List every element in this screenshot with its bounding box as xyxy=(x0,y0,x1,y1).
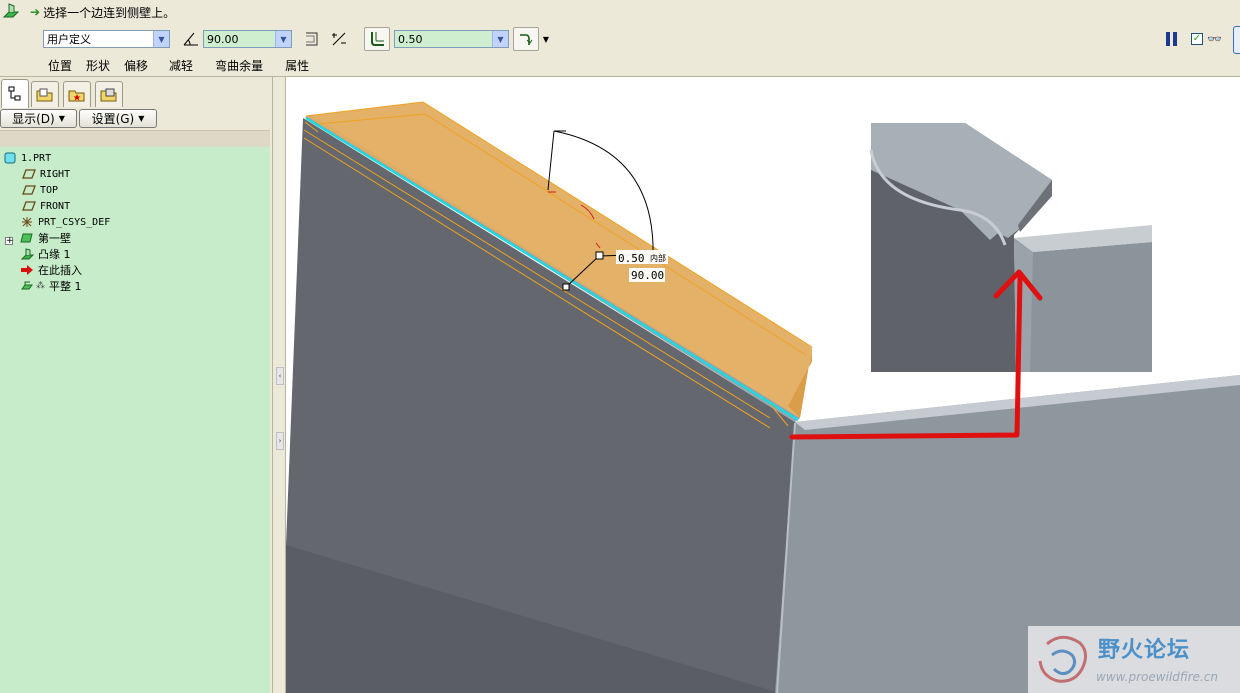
datum-plane-icon xyxy=(22,167,36,181)
thickness-dimension-label[interactable]: 0.50 xyxy=(618,252,645,265)
tab-offset[interactable]: 偏移 xyxy=(124,57,148,74)
dashboard: ➔ 选择一个边连到侧壁上。 用户定义 ▼ 90.00 ▼ 0.50 ▼ ▼ 位置… xyxy=(0,0,1240,77)
first-wall-icon xyxy=(20,231,34,245)
part-icon xyxy=(3,151,17,165)
drag-handle[interactable] xyxy=(595,251,604,260)
tree-item-first-wall[interactable]: 第一壁 xyxy=(20,230,71,246)
expand-icon[interactable]: + xyxy=(5,237,14,246)
bend-radius-icon xyxy=(371,32,384,46)
panel-splitter[interactable]: ‹ › xyxy=(272,77,286,693)
favorites-folder-icon xyxy=(68,90,85,101)
preview-checkbox[interactable]: ✓ xyxy=(1191,33,1203,45)
shape-select-value: 用户定义 xyxy=(47,33,91,46)
tab-folder-browser[interactable] xyxy=(31,81,59,107)
chevron-down-icon[interactable]: ▼ xyxy=(275,31,291,47)
tree-item-label: 平整 1 xyxy=(49,280,82,293)
thickness-side-icon[interactable] xyxy=(302,29,322,49)
angle-dimension-label[interactable]: 90.00 xyxy=(631,269,664,282)
relief-dropdown-arrow-icon[interactable]: ▼ xyxy=(540,29,552,49)
insert-arrow-icon xyxy=(20,263,34,277)
tree-item-insert-here[interactable]: 在此插入 xyxy=(20,262,82,278)
tree-item-label: PRT_CSYS_DEF xyxy=(38,216,111,228)
glasses-preview-icon[interactable]: 👓 xyxy=(1207,32,1222,46)
datum-plane-icon xyxy=(22,199,36,213)
tree-item-flange[interactable]: 凸缘 1 xyxy=(20,246,71,262)
model-tree-icon xyxy=(8,86,21,101)
tree-column-header xyxy=(0,130,270,147)
navigator-panel: 显示(D) ▼ 设置(G) ▼ 1.PRT RIGHT TOP FRONT PR… xyxy=(0,77,272,693)
tab-position[interactable]: 位置 xyxy=(48,57,72,74)
settings-menu-button[interactable]: 设置(G) ▼ xyxy=(79,109,157,128)
prompt-message: ➔ 选择一个边连到侧壁上。 xyxy=(30,4,175,20)
relief-type-button[interactable] xyxy=(513,27,539,51)
prompt-arrow-icon: ➔ xyxy=(30,5,41,19)
prompt-text: 选择一个边连到侧壁上。 xyxy=(43,5,176,20)
model-viewport[interactable]: 0.50 内部 90.00 xyxy=(286,77,1240,693)
chevron-down-icon[interactable]: ▼ xyxy=(153,31,169,47)
flat-wall-icon xyxy=(20,279,34,293)
show-menu-label: 显示(D) xyxy=(12,112,55,126)
datum-plane-icon xyxy=(22,183,36,197)
flange-icon xyxy=(20,247,34,261)
tab-relief[interactable]: 减轻 xyxy=(169,57,193,74)
detail-inset-image xyxy=(869,123,1152,372)
tab-shape[interactable]: 形状 xyxy=(86,57,110,74)
watermark-emblem-icon xyxy=(1038,635,1087,683)
shape-select[interactable]: 用户定义 ▼ xyxy=(43,30,170,48)
graphics-window[interactable]: 0.50 内部 90.00 野火论坛 www.proewildfire.cn xyxy=(286,77,1240,693)
tree-item-label: 凸缘 1 xyxy=(38,248,71,261)
angle-value: 90.00 xyxy=(207,32,239,46)
csys-icon xyxy=(20,215,34,229)
collapse-left-icon[interactable]: ‹ xyxy=(276,367,284,385)
thickness-side-label[interactable]: 内部 xyxy=(650,253,666,263)
tab-model-tree[interactable] xyxy=(1,79,29,108)
settings-menu-label: 设置(G) xyxy=(91,112,135,126)
dropdown-arrow-icon: ▼ xyxy=(58,114,65,123)
tab-properties[interactable]: 属性 xyxy=(285,57,309,74)
tree-item-top[interactable]: TOP xyxy=(22,182,58,198)
expand-right-icon[interactable]: › xyxy=(276,432,284,450)
bend-radius-toggle[interactable] xyxy=(364,27,390,51)
show-menu-button[interactable]: 显示(D) ▼ xyxy=(0,109,77,128)
tree-item-label: FRONT xyxy=(40,200,71,212)
flip-direction-icon[interactable] xyxy=(329,29,349,49)
chevron-down-icon[interactable]: ▼ xyxy=(492,31,508,47)
folder-icon xyxy=(36,88,53,101)
tree-item-part[interactable]: 1.PRT xyxy=(3,150,51,166)
dropdown-arrow-icon: ▼ xyxy=(138,114,145,123)
model-tree: 1.PRT RIGHT TOP FRONT PRT_CSYS_DEF + 第一壁… xyxy=(0,147,270,693)
tree-item-csys[interactable]: PRT_CSYS_DEF xyxy=(20,214,110,230)
watermark-logo: 野火论坛 www.proewildfire.cn xyxy=(1028,626,1240,693)
tree-item-label: 1.PRT xyxy=(21,152,52,164)
tab-favorites[interactable] xyxy=(63,81,91,107)
confirm-button[interactable] xyxy=(1233,26,1240,54)
tree-item-label: 在此插入 xyxy=(38,264,82,277)
tree-item-label: 第一壁 xyxy=(38,232,71,245)
tree-item-right[interactable]: RIGHT xyxy=(22,166,70,182)
thickness-value: 0.50 xyxy=(398,32,423,46)
tree-item-front[interactable]: FRONT xyxy=(22,198,70,214)
insert-marker-icon: ⁂ xyxy=(36,281,45,291)
tab-connections[interactable] xyxy=(95,81,123,107)
tab-bend-allowance[interactable]: 弯曲余量 xyxy=(215,57,263,74)
dashboard-tabs: 位置 形状 偏移 减轻 弯曲余量 属性 xyxy=(48,57,309,74)
angle-icon xyxy=(181,29,201,49)
angle-input[interactable]: 90.00 ▼ xyxy=(203,30,292,48)
tree-item-flat[interactable]: ⁂ 平整 1 xyxy=(20,278,82,294)
navigator-buttons: 显示(D) ▼ 设置(G) ▼ xyxy=(0,109,272,129)
relief-icon xyxy=(520,34,533,45)
watermark-title: 野火论坛 xyxy=(1098,638,1191,663)
flange-tool-icon xyxy=(2,2,20,20)
pause-button[interactable] xyxy=(1166,32,1178,46)
tree-item-label: RIGHT xyxy=(40,168,71,180)
thickness-input[interactable]: 0.50 ▼ xyxy=(394,30,509,48)
connections-icon xyxy=(100,88,117,101)
watermark-url: www.proewildfire.cn xyxy=(1096,670,1218,684)
drag-handle[interactable] xyxy=(562,283,570,291)
tree-item-label: TOP xyxy=(40,184,59,196)
navigator-tabs xyxy=(0,79,272,108)
